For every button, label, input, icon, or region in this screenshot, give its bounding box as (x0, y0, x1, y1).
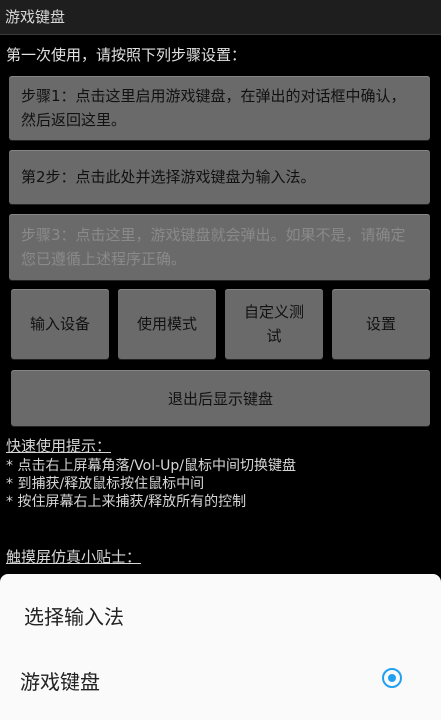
input-method-option-label: 游戏键盘 (20, 670, 100, 694)
settings-button[interactable]: 设置 (332, 289, 430, 359)
use-mode-button[interactable]: 使用模式 (118, 289, 216, 359)
input-method-option-game-keyboard[interactable]: 游戏键盘 (0, 656, 441, 712)
show-keyboard-after-exit-label: 退出后显示键盘 (167, 389, 273, 408)
app-title-bar: 游戏键盘 (0, 0, 441, 35)
radio-selected-icon[interactable] (382, 668, 402, 688)
show-keyboard-after-exit-button[interactable]: 退出后显示键盘 (11, 370, 430, 426)
quick-tip-line: * 按住屏幕右上来捕获/释放所有的控制 (6, 494, 247, 510)
quick-tip-line: * 到捕获/释放鼠标按住鼠标中间 (6, 476, 205, 492)
step-2-label: 第2步：点击此处并选择游戏键盘为输入法。 (21, 168, 316, 186)
input-device-label: 输入设备 (29, 315, 90, 333)
step-3-label: 步骤3：点击这里，游戏键盘就会弹出。如果不是，请确定您已遵循上述程序正确。 (21, 226, 406, 268)
input-method-picker-title: 选择输入法 (24, 605, 124, 629)
custom-test-button[interactable]: 自定义测试 (225, 289, 323, 359)
touch-tips-heading: 触摸屏仿真小贴士： (6, 548, 142, 566)
settings-label: 设置 (365, 315, 396, 333)
step-1-label: 步骤1：点击这里启用游戏键盘，在弹出的对话框中确认，然后返回这里。 (21, 87, 406, 129)
app-title: 游戏键盘 (5, 8, 66, 26)
step-2-button[interactable]: 第2步：点击此处并选择游戏键盘为输入法。 (9, 150, 430, 204)
custom-test-label: 自定义测试 (243, 303, 304, 345)
quick-tip-line: * 点击右上屏幕角落/Vol-Up/鼠标中间切换键盘 (6, 458, 297, 474)
input-device-button[interactable]: 输入设备 (11, 289, 109, 359)
step-3-button[interactable]: 步骤3：点击这里，游戏键盘就会弹出。如果不是，请确定您已遵循上述程序正确。 (9, 214, 430, 280)
use-mode-label: 使用模式 (136, 315, 197, 333)
quick-tips: 快速使用提示： * 点击右上屏幕角落/Vol-Up/鼠标中间切换键盘 * 到捕获… (6, 437, 436, 511)
intro-text: 第一次使用，请按照下列步骤设置： (6, 46, 247, 64)
step-1-button[interactable]: 步骤1：点击这里启用游戏键盘，在弹出的对话框中确认，然后返回这里。 (9, 76, 430, 140)
input-method-picker-sheet: 选择输入法 游戏键盘 (0, 574, 441, 720)
quick-tips-heading: 快速使用提示： (6, 437, 112, 455)
